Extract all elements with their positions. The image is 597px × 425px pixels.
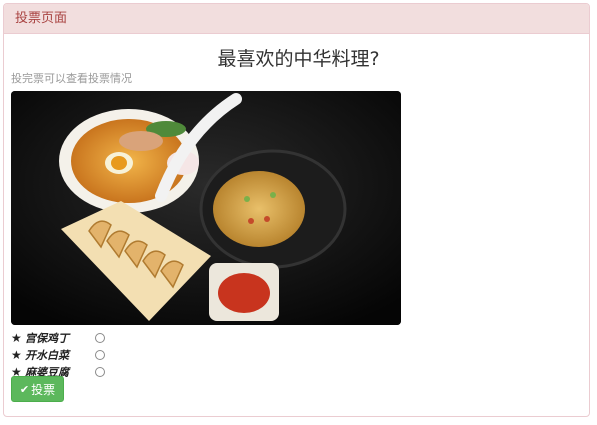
star-icon: ★ [11,330,22,345]
vote-label: 投票 [31,382,56,397]
poll-option: ★ 开水白菜 [11,346,105,363]
food-photo [11,91,401,325]
check-icon: ✔ [19,382,30,396]
star-icon: ★ [11,347,22,362]
option-radio[interactable] [95,349,105,360]
option-radio[interactable] [95,366,105,377]
poll-option: ★ 宫保鸡丁 [11,329,105,346]
panel-heading: 投票页面 [4,4,589,34]
option-label: 开水白菜 [25,348,69,362]
poll-subtitle: 投完票可以查看投票情况 [11,72,132,85]
option-radio[interactable] [95,332,105,343]
poll-options: ★ 宫保鸡丁 ★ 开水白菜 ★ 麻婆豆腐 [11,329,105,380]
option-label: 宫保鸡丁 [25,331,69,345]
vote-button[interactable]: ✔ 投票 [11,376,64,402]
poll-title: 最喜欢的中华料理? [217,48,380,70]
